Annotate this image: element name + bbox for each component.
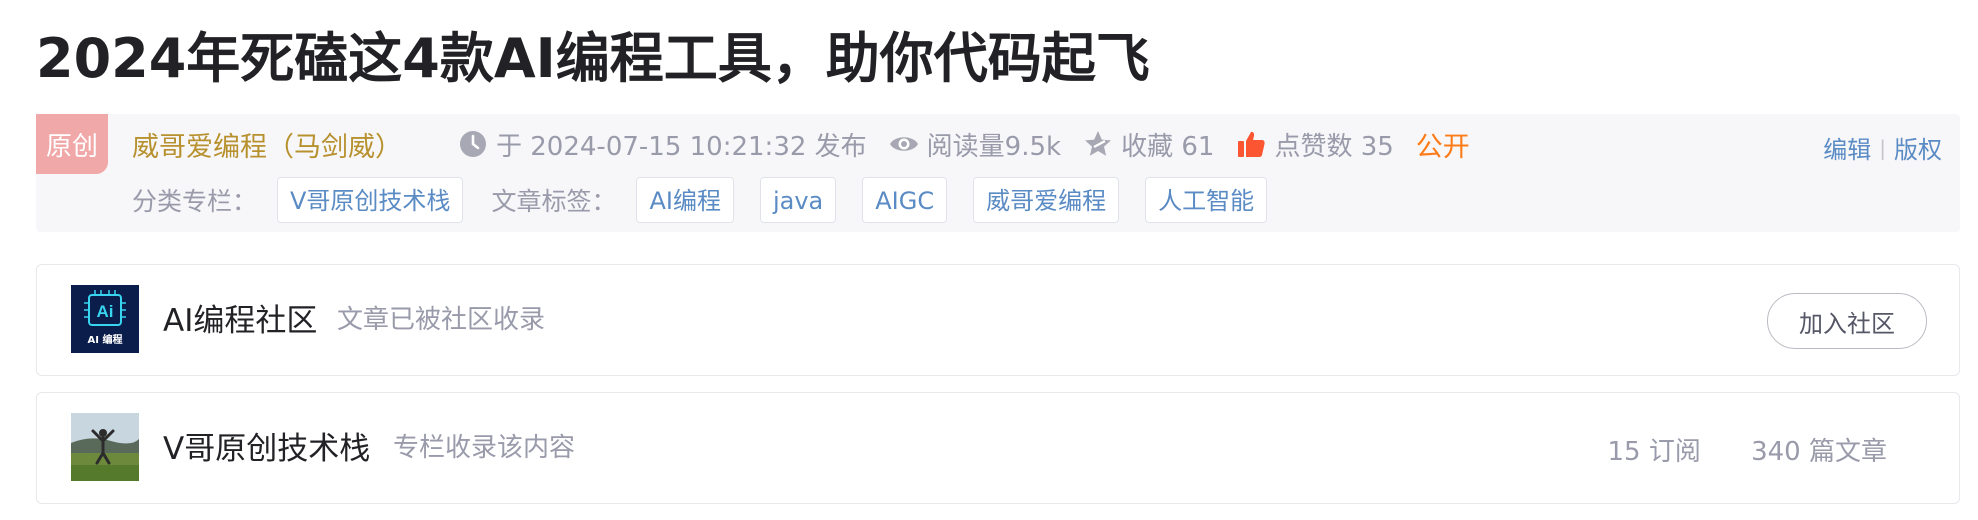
tags-label: 文章标签： <box>491 187 617 216</box>
article-count: 340 篇文章 <box>1751 437 1887 467</box>
eye-icon <box>889 137 918 151</box>
community-card: Ai AI 编程 AI编程社区 文章已被社区收录 加入社区 <box>36 264 1960 376</box>
edit-link[interactable]: 编辑 <box>1823 130 1871 165</box>
edit-links: 编辑 | 版权 <box>1823 130 1942 165</box>
community-logo[interactable]: Ai AI 编程 <box>71 285 139 353</box>
article-meta: 原创 威哥爱编程（马剑威） 于 2024-07-15 10:21:32 发布 阅… <box>36 114 1960 232</box>
visibility-status: 公开 <box>1415 131 1470 163</box>
column-desc: 专栏收录该内容 <box>393 433 576 463</box>
tag-ai[interactable]: 人工智能 <box>1145 177 1268 223</box>
column-name[interactable]: V哥原创技术栈 <box>163 423 370 468</box>
svg-text:Ai: Ai <box>97 302 114 321</box>
column-stats: 15 订阅 340 篇文章 <box>1607 431 1887 468</box>
author-link[interactable]: 威哥爱编程（马剑威） <box>132 125 402 164</box>
star-icon <box>1085 131 1112 156</box>
clock-icon <box>460 131 486 157</box>
category-label: 分类专栏： <box>132 187 258 216</box>
svg-text:AI 编程: AI 编程 <box>88 333 123 346</box>
original-badge: 原创 <box>36 114 108 174</box>
join-community-button[interactable]: 加入社区 <box>1767 293 1927 349</box>
favorite-text: 收藏 61 <box>1121 131 1215 162</box>
article-title: 2024年死磕这4款AI编程工具，助你代码起飞 <box>36 27 1150 90</box>
tag-aigc[interactable]: AIGC <box>862 177 948 223</box>
tag-ai-programming[interactable]: AI编程 <box>636 177 734 223</box>
publish-text: 于 2024-07-15 10:21:32 发布 <box>496 131 867 162</box>
thumbs-up-icon <box>1238 131 1266 157</box>
like-text: 点赞数 35 <box>1274 131 1394 162</box>
tag-weige[interactable]: 威哥爱编程 <box>973 177 1120 223</box>
category-tags-row: 分类专栏： V哥原创技术栈 文章标签： AI编程 java AIGC 威哥爱编程… <box>132 176 1293 224</box>
view-text: 阅读量9.5k <box>926 131 1062 162</box>
tag-java[interactable]: java <box>759 177 837 223</box>
subscription-count: 15 订阅 <box>1607 437 1701 467</box>
meta-info-row: 威哥爱编程（马剑威） 于 2024-07-15 10:21:32 发布 阅读量9… <box>132 122 1470 166</box>
community-name[interactable]: AI编程社区 <box>163 295 317 340</box>
like-button[interactable]: 点赞数 35 <box>1236 126 1394 163</box>
community-desc: 文章已被社区收录 <box>337 305 546 335</box>
column-card: V哥原创技术栈 专栏收录该内容 15 订阅 340 篇文章 <box>36 392 1960 504</box>
divider: | <box>1879 135 1886 160</box>
copyright-link[interactable]: 版权 <box>1894 130 1942 165</box>
view-count: 阅读量9.5k <box>889 126 1061 163</box>
column-avatar[interactable] <box>71 413 139 481</box>
favorite-button[interactable]: 收藏 61 <box>1083 126 1214 163</box>
category-tag[interactable]: V哥原创技术栈 <box>277 177 464 223</box>
publish-time: 于 2024-07-15 10:21:32 发布 <box>458 126 867 163</box>
